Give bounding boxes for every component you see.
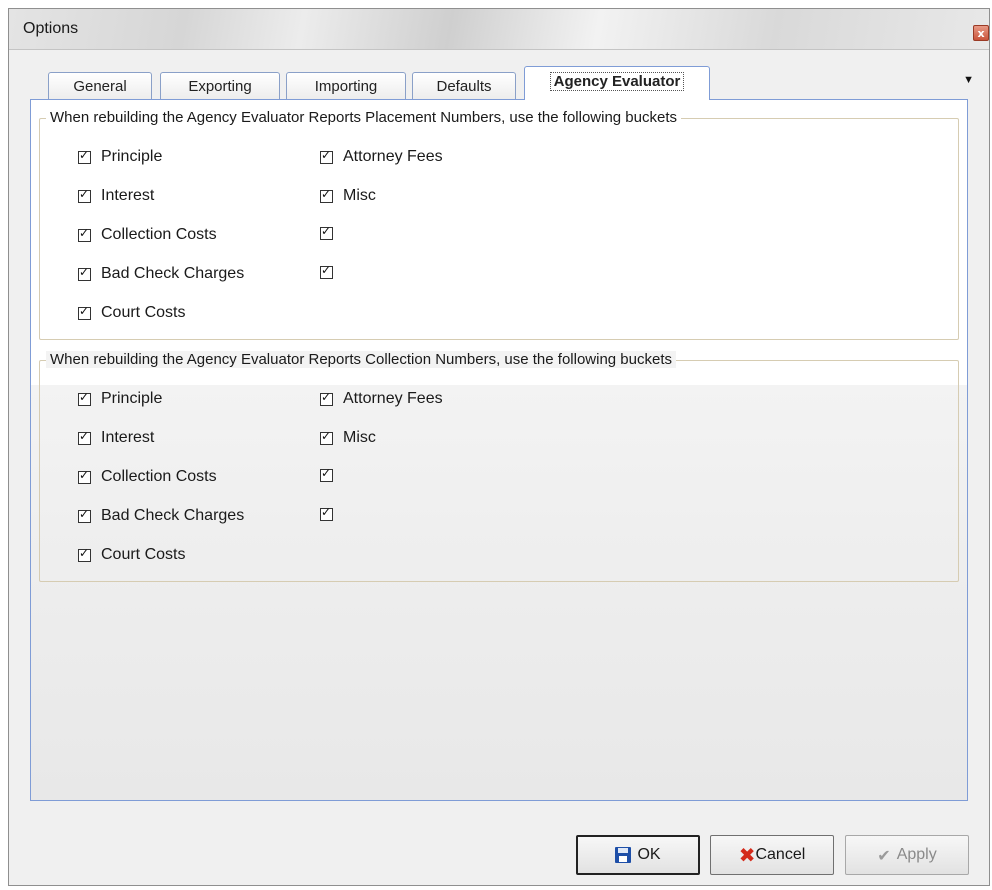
tab-exporting[interactable]: Exporting — [160, 72, 280, 100]
placement-collection-costs-checkbox[interactable]: Collection Costs — [78, 225, 217, 245]
tab-importing[interactable]: Importing — [286, 72, 406, 100]
checkbox-checked-icon — [78, 187, 91, 203]
placement-interest-checkbox[interactable]: Interest — [78, 186, 154, 206]
collection-buckets-group: When rebuilding the Agency Evaluator Rep… — [39, 351, 959, 582]
checkbox-label: Interest — [101, 187, 155, 204]
agency-evaluator-panel: When rebuilding the Agency Evaluator Rep… — [30, 99, 968, 801]
checkbox-checked-icon — [320, 148, 333, 164]
tab-label: General — [73, 78, 127, 95]
checkbox-checked-icon — [78, 507, 91, 523]
tab-strip: General Exporting Importing Defaults Age… — [30, 62, 950, 100]
placement-unlabeled-checkbox-2[interactable] — [320, 262, 343, 282]
checkbox-checked-icon — [320, 224, 333, 240]
checkbox-checked-icon — [320, 505, 333, 521]
checkbox-label: Attorney Fees — [343, 390, 443, 407]
checkbox-checked-icon — [78, 226, 91, 242]
close-button[interactable]: x — [973, 25, 989, 41]
checkbox-label: Collection Costs — [101, 226, 217, 243]
collection-unlabeled-checkbox-1[interactable] — [320, 465, 343, 485]
checkbox-label: Misc — [343, 429, 376, 446]
placement-bad-check-charges-checkbox[interactable]: Bad Check Charges — [78, 264, 244, 284]
checkbox-label: Interest — [101, 429, 155, 446]
tab-defaults[interactable]: Defaults — [412, 72, 516, 100]
group-legend: When rebuilding the Agency Evaluator Rep… — [46, 351, 677, 368]
placement-court-costs-checkbox[interactable]: Court Costs — [78, 303, 185, 323]
group-legend: When rebuilding the Agency Evaluator Rep… — [46, 109, 682, 126]
checkbox-label: Attorney Fees — [343, 148, 443, 165]
collection-misc-checkbox[interactable]: Misc — [320, 428, 376, 448]
cancel-x-icon: ✖ — [738, 843, 756, 867]
tab-label: Agency Evaluator — [549, 72, 685, 91]
ok-label: OK — [637, 846, 661, 863]
dialog-title: Options — [23, 20, 79, 37]
cancel-label: Cancel — [755, 846, 806, 863]
checkbox-checked-icon — [320, 429, 333, 445]
checkbox-label: Court Costs — [101, 546, 186, 563]
checkbox-checked-icon — [78, 546, 91, 562]
title-bar[interactable]: Options x — [9, 9, 989, 50]
checkbox-checked-icon — [78, 148, 91, 164]
tab-label: Defaults — [436, 78, 492, 95]
placement-buckets-group: When rebuilding the Agency Evaluator Rep… — [39, 109, 959, 340]
apply-check-icon: ✔ — [877, 845, 891, 865]
collection-interest-checkbox[interactable]: Interest — [78, 428, 154, 448]
placement-attorney-fees-checkbox[interactable]: Attorney Fees — [320, 147, 443, 167]
tab-label: Importing — [314, 78, 378, 95]
tab-agency-evaluator[interactable]: Agency Evaluator — [524, 66, 710, 100]
checkbox-checked-icon — [78, 429, 91, 445]
placement-unlabeled-checkbox-1[interactable] — [320, 223, 343, 243]
checkbox-label: Court Costs — [101, 304, 186, 321]
apply-button[interactable]: ✔ Apply — [845, 835, 969, 875]
placement-misc-checkbox[interactable]: Misc — [320, 186, 376, 206]
checkbox-checked-icon — [78, 265, 91, 281]
checkbox-label: Principle — [101, 148, 163, 165]
checkbox-label: Principle — [101, 390, 163, 407]
checkbox-checked-icon — [78, 390, 91, 406]
checkbox-checked-icon — [320, 187, 333, 203]
close-icon: x — [977, 27, 985, 40]
collection-unlabeled-checkbox-2[interactable] — [320, 504, 343, 524]
tab-label: Exporting — [188, 78, 252, 95]
checkbox-label: Bad Check Charges — [101, 507, 245, 524]
apply-label: Apply — [896, 846, 937, 863]
checkbox-label: Collection Costs — [101, 468, 217, 485]
checkbox-checked-icon — [320, 466, 333, 482]
checkbox-checked-icon — [78, 304, 91, 320]
checkbox-checked-icon — [320, 390, 333, 406]
checkbox-label: Bad Check Charges — [101, 265, 245, 282]
collection-court-costs-checkbox[interactable]: Court Costs — [78, 545, 185, 565]
cancel-button[interactable]: ✖ Cancel — [710, 835, 834, 875]
save-icon — [615, 847, 632, 863]
collection-attorney-fees-checkbox[interactable]: Attorney Fees — [320, 389, 443, 409]
placement-principle-checkbox[interactable]: Principle — [78, 147, 162, 167]
collection-collection-costs-checkbox[interactable]: Collection Costs — [78, 467, 217, 487]
tab-list-dropdown-icon[interactable]: ▼ — [963, 74, 974, 86]
collection-principle-checkbox[interactable]: Principle — [78, 389, 162, 409]
checkbox-label: Misc — [343, 187, 376, 204]
collection-bad-check-charges-checkbox[interactable]: Bad Check Charges — [78, 506, 244, 526]
ok-button[interactable]: OK — [576, 835, 700, 875]
checkbox-checked-icon — [320, 263, 333, 279]
tab-general[interactable]: General — [48, 72, 152, 100]
checkbox-checked-icon — [78, 468, 91, 484]
